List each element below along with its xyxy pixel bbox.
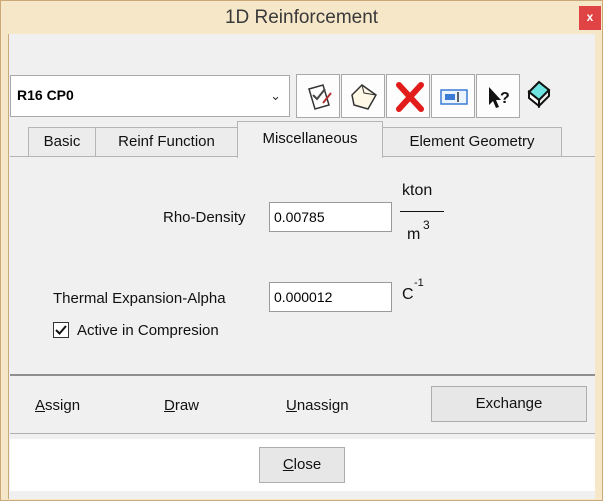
new-icon	[351, 84, 377, 110]
active-in-compression-checkbox[interactable]	[53, 322, 69, 338]
window-title: 1D Reinforcement	[224, 7, 379, 28]
assign-mnemonic: A	[35, 397, 46, 414]
checkmark-icon	[55, 325, 67, 335]
unassign-mnemonic: U	[286, 397, 297, 414]
draw-button[interactable]: Draw	[164, 397, 199, 414]
draw-mnemonic: D	[164, 397, 175, 414]
new-button[interactable]	[341, 74, 385, 118]
density-unit-denominator: m	[407, 226, 421, 243]
chevron-down-icon[interactable]: ⌄	[270, 88, 281, 104]
divider	[10, 433, 595, 434]
eraser-button[interactable]	[523, 78, 559, 114]
help-pointer-icon: ?	[489, 87, 510, 108]
alpha-unit: C	[402, 286, 414, 303]
density-input[interactable]: 0.00785	[269, 202, 392, 232]
close-button[interactable]: Close	[259, 447, 345, 483]
density-label: Rho-Density	[163, 209, 246, 226]
alpha-label: Thermal Expansion-Alpha	[53, 290, 226, 307]
close-mnemonic: C	[282, 456, 294, 473]
density-unit-exponent: 3	[423, 218, 430, 232]
active-in-compression-label[interactable]: Active in Compresion	[77, 322, 219, 339]
eraser-icon	[527, 80, 551, 109]
alpha-input[interactable]: 0.000012	[269, 282, 392, 312]
delete-icon	[396, 82, 424, 112]
title-bar[interactable]: 1D Reinforcement x	[1, 1, 602, 35]
tab-basic[interactable]: Basic	[28, 127, 96, 157]
svg-text:?: ?	[500, 90, 510, 107]
divider	[10, 374, 595, 376]
context-help-button[interactable]: ?	[476, 74, 520, 118]
reinforcement-select-value: R16 CP0	[17, 87, 74, 103]
exchange-button[interactable]: Exchange	[431, 386, 587, 422]
rename-button[interactable]	[431, 74, 475, 118]
close-label: lose	[293, 456, 322, 473]
delete-button[interactable]	[386, 74, 430, 118]
modify-icon	[308, 84, 332, 110]
density-unit-numerator: kton	[402, 182, 433, 199]
unassign-button[interactable]: Unassign	[286, 397, 349, 414]
rename-icon	[440, 89, 468, 105]
window-close-button[interactable]: x	[579, 6, 601, 30]
tab-miscellaneous[interactable]: Miscellaneous	[237, 121, 383, 158]
assign-label: ssign	[45, 397, 81, 414]
tab-reinf-function[interactable]: Reinf Function	[95, 127, 238, 157]
assign-button[interactable]: Assign	[35, 397, 80, 414]
unassign-label: nassign	[296, 397, 349, 414]
modify-button[interactable]	[296, 74, 340, 118]
tab-element-geometry[interactable]: Element Geometry	[382, 127, 562, 157]
reinforcement-select[interactable]: R16 CP0 ⌄	[10, 75, 290, 117]
alpha-unit-exponent: -1	[414, 277, 424, 289]
draw-label: raw	[174, 397, 200, 414]
fraction-bar	[400, 211, 444, 212]
